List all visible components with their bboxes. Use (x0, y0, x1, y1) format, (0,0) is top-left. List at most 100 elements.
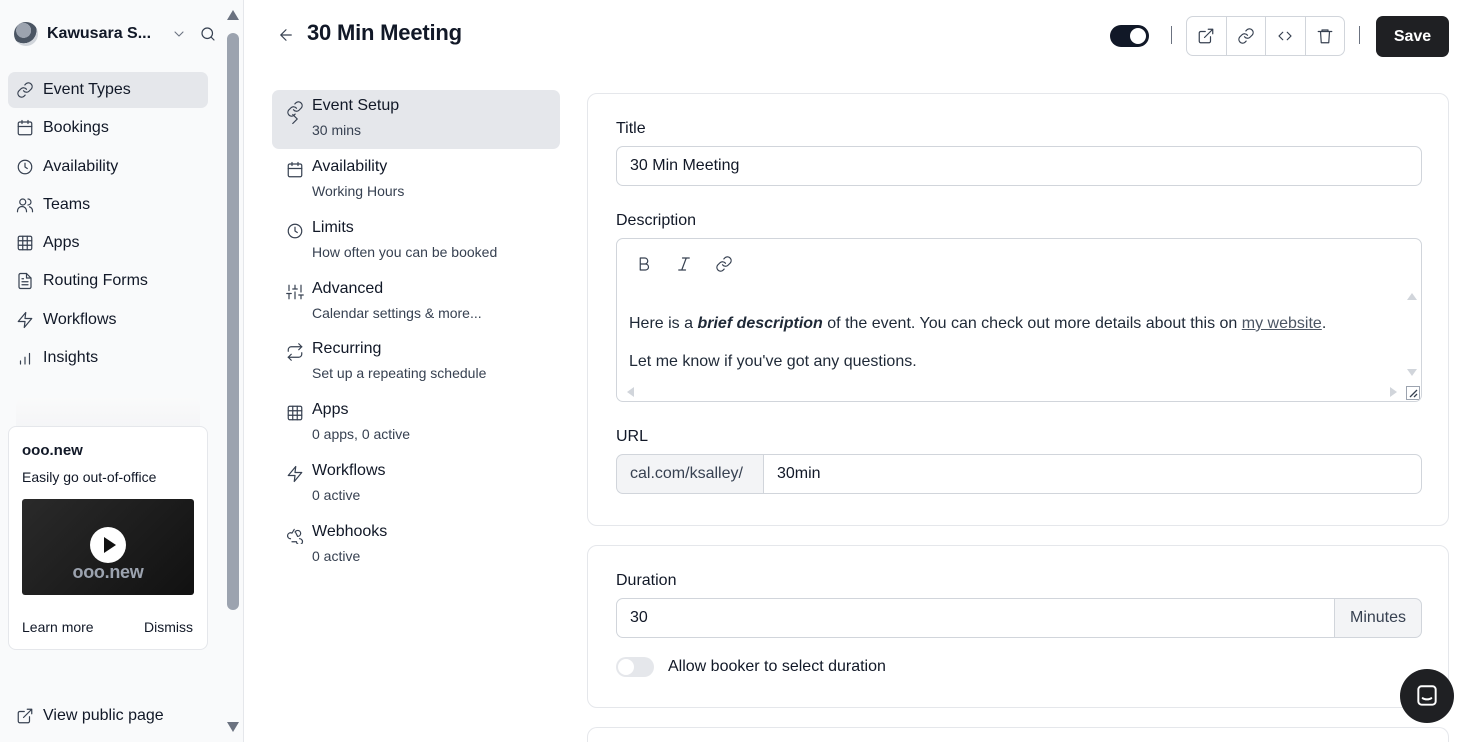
delete-button[interactable] (1306, 17, 1345, 55)
copy-link-button[interactable] (1227, 17, 1266, 55)
webhook-icon (287, 528, 304, 544)
preview-button[interactable] (1187, 17, 1227, 55)
sidebar-item-label: Insights (43, 349, 99, 366)
tab-recurring[interactable]: Recurring Set up a repeating schedule (272, 333, 560, 392)
bar-chart-icon (19, 352, 31, 365)
title-label: Title (616, 120, 646, 137)
scroll-down-arrow-icon[interactable] (1407, 369, 1417, 376)
sidebar-item-label: Event Types (43, 81, 131, 98)
sidebar-item-label: Workflows (43, 311, 117, 328)
tab-title: Recurring (312, 340, 382, 357)
chat-icon (1417, 685, 1437, 706)
arrow-left-icon[interactable] (277, 26, 295, 44)
sidebar-item-label: Bookings (43, 119, 109, 136)
tab-subtitle: 30 mins (312, 122, 362, 138)
sidebar-item-label: Availability (43, 158, 119, 175)
calendar-icon (287, 161, 303, 178)
next-card (587, 727, 1449, 742)
search-icon[interactable] (199, 25, 217, 43)
duration-unit: Minutes (1334, 598, 1422, 638)
user-name: Kawusara S... (47, 25, 152, 42)
scroll-up-arrow-icon[interactable] (227, 10, 239, 20)
sidebar-item-availability[interactable]: Availability (8, 149, 208, 185)
dismiss-button[interactable]: Dismiss (144, 619, 193, 635)
tab-title: Limits (312, 219, 354, 236)
chevron-right-icon (292, 113, 298, 125)
description-label: Description (616, 212, 697, 229)
embed-button[interactable] (1266, 17, 1306, 55)
scroll-left-arrow-icon[interactable] (627, 387, 634, 397)
tab-subtitle: Working Hours (312, 183, 405, 199)
trash-icon (1317, 29, 1333, 44)
tab-limits[interactable]: Limits How often you can be booked (272, 212, 560, 271)
tab-subtitle: 0 apps, 0 active (312, 426, 411, 442)
file-text-icon (18, 272, 32, 290)
description-paragraph: Here is a brief description of the event… (629, 315, 1326, 333)
sidebar-scrollbar[interactable] (222, 0, 244, 742)
allow-duration-label: Allow booker to select duration (668, 658, 886, 675)
sidebar-item-bookings[interactable]: Bookings (8, 110, 208, 146)
sidebar-item-apps[interactable]: Apps (8, 225, 208, 261)
calendar-icon (17, 119, 33, 136)
url-slug-input[interactable]: 30min (763, 454, 1422, 494)
tab-workflows[interactable]: Workflows 0 active (272, 455, 560, 514)
clock-icon (17, 159, 33, 175)
description-link[interactable]: my website (1242, 315, 1322, 332)
promo-video[interactable]: ooo.new (22, 499, 194, 595)
video-wordmark: ooo.new (72, 562, 144, 582)
sidebar-item-insights[interactable]: Insights (8, 340, 208, 376)
scroll-up-arrow-icon[interactable] (1407, 293, 1417, 300)
play-icon[interactable] (90, 527, 126, 563)
description-text: Here is a (629, 315, 698, 332)
chevron-down-icon (174, 31, 184, 37)
bold-button[interactable] (633, 253, 655, 275)
description-paragraph: Let me know if you've got any questions. (629, 353, 917, 370)
sidebar-item-routing-forms[interactable]: Routing Forms (8, 263, 208, 299)
description-text: . (1321, 315, 1327, 332)
save-button[interactable]: Save (1376, 16, 1449, 57)
tab-title: Event Setup (312, 97, 400, 114)
scrollbar-thumb[interactable] (227, 33, 239, 610)
view-public-page-label: View public page (43, 707, 164, 724)
italic-icon (678, 257, 690, 271)
sidebar-item-teams[interactable]: Teams (8, 187, 208, 223)
sidebar-item-label: Routing Forms (43, 272, 148, 289)
tab-title: Apps (312, 401, 349, 418)
promo-card: ooo.new Easily go out-of-office ooo.new … (8, 426, 208, 650)
link-button[interactable] (713, 253, 735, 275)
tab-title: Workflows (312, 462, 386, 479)
scroll-right-arrow-icon[interactable] (1390, 387, 1397, 397)
italic-button[interactable] (673, 253, 695, 275)
sidebar-item-label: Apps (43, 234, 80, 251)
tab-subtitle: Set up a repeating schedule (312, 365, 487, 381)
duration-input[interactable]: 30 (616, 598, 1336, 638)
url-prefix: cal.com/ksalley/ (616, 454, 764, 494)
duration-card: Duration 30 Minutes Allow booker to sele… (587, 545, 1449, 708)
sidebar-item-event-types[interactable]: Event Types (8, 72, 208, 108)
tab-title: Availability (312, 158, 388, 175)
tab-advanced[interactable]: Advanced Calendar settings & more... (272, 273, 560, 332)
promo-subtitle: Easily go out-of-office (22, 469, 157, 485)
link-icon (17, 82, 33, 98)
sidebar-item-workflows[interactable]: Workflows (8, 302, 208, 338)
sidebar: Kawusara S... Event Types Bookings Avail… (0, 0, 222, 742)
description-editor[interactable]: Here is a brief description of the event… (616, 238, 1422, 402)
hidden-toggle[interactable] (1110, 25, 1149, 47)
tab-availability[interactable]: Availability Working Hours (272, 151, 560, 210)
description-bold-text: brief description (697, 315, 823, 332)
tab-webhooks[interactable]: Webhooks 0 active (272, 516, 560, 575)
divider (1359, 26, 1360, 44)
tab-event-setup[interactable]: Event Setup 30 mins (272, 90, 560, 149)
scroll-down-arrow-icon[interactable] (227, 722, 239, 732)
tab-apps[interactable]: Apps 0 apps, 0 active (272, 394, 560, 453)
clock-icon (287, 223, 303, 239)
title-input[interactable]: 30 Min Meeting (616, 146, 1422, 186)
allow-duration-toggle[interactable] (616, 657, 654, 677)
tab-subtitle: Calendar settings & more... (312, 305, 482, 321)
user-menu[interactable]: Kawusara S... (14, 20, 220, 48)
resize-handle-icon[interactable] (1406, 386, 1420, 400)
view-public-page-link[interactable]: View public page (16, 707, 164, 725)
zap-icon (17, 311, 33, 329)
learn-more-link[interactable]: Learn more (22, 619, 94, 635)
chat-button[interactable] (1400, 669, 1454, 723)
